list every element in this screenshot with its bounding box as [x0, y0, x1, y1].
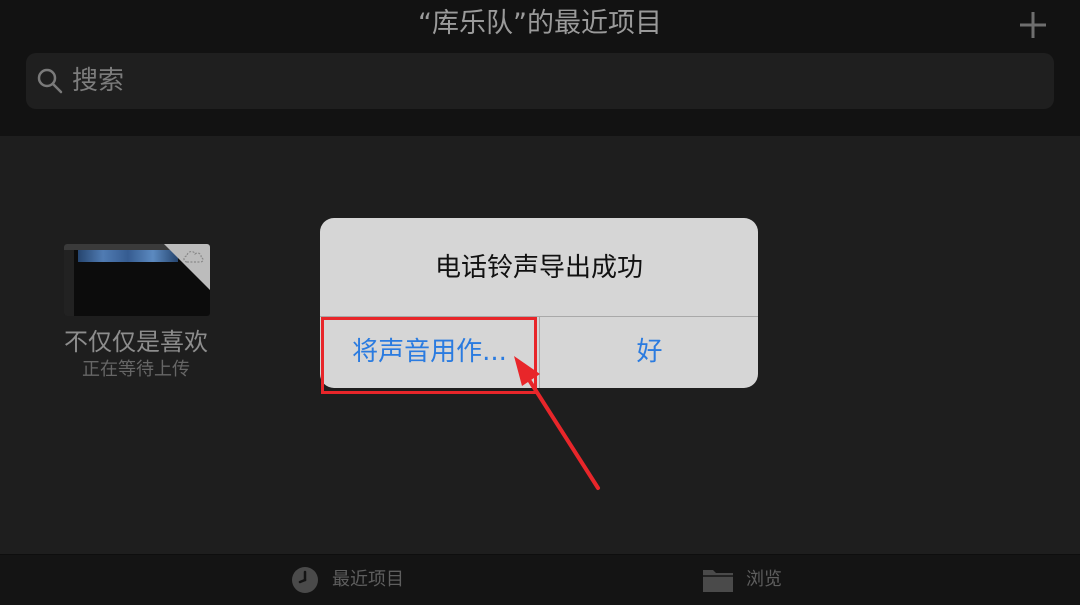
tab-recent[interactable]: 最近项目 — [290, 565, 430, 597]
waveform-region — [78, 250, 178, 262]
plus-icon — [1020, 12, 1046, 38]
page-title: “库乐队”的最近项目 — [418, 8, 662, 39]
screen: “库乐队”的最近项目 搜索 不仅仅是喜欢 正在等待上传 最近项目 浏览 电话铃声… — [0, 0, 1080, 605]
clock-icon — [292, 567, 318, 593]
search-input[interactable] — [72, 61, 1032, 101]
tab-recent-label: 最近项目 — [332, 569, 404, 590]
search-icon — [37, 68, 63, 94]
header: “库乐队”的最近项目 — [0, 0, 1080, 136]
project-status: 正在等待上传 — [82, 359, 190, 380]
tab-browse-label: 浏览 — [746, 569, 782, 590]
tab-browse[interactable]: 浏览 — [702, 565, 802, 597]
tab-bar: 最近项目 浏览 — [0, 554, 1080, 605]
cloud-upload-icon — [183, 250, 204, 263]
alert-title: 电话铃声导出成功 — [434, 253, 643, 283]
project-thumbnail — [64, 244, 210, 316]
project-name: 不仅仅是喜欢 — [64, 328, 208, 356]
search-bar[interactable] — [26, 53, 1054, 109]
folder-icon — [703, 570, 733, 592]
project-tile[interactable]: 不仅仅是喜欢 正在等待上传 — [40, 244, 232, 394]
annotation-arrow-icon — [514, 356, 600, 490]
add-button[interactable] — [1014, 6, 1052, 44]
